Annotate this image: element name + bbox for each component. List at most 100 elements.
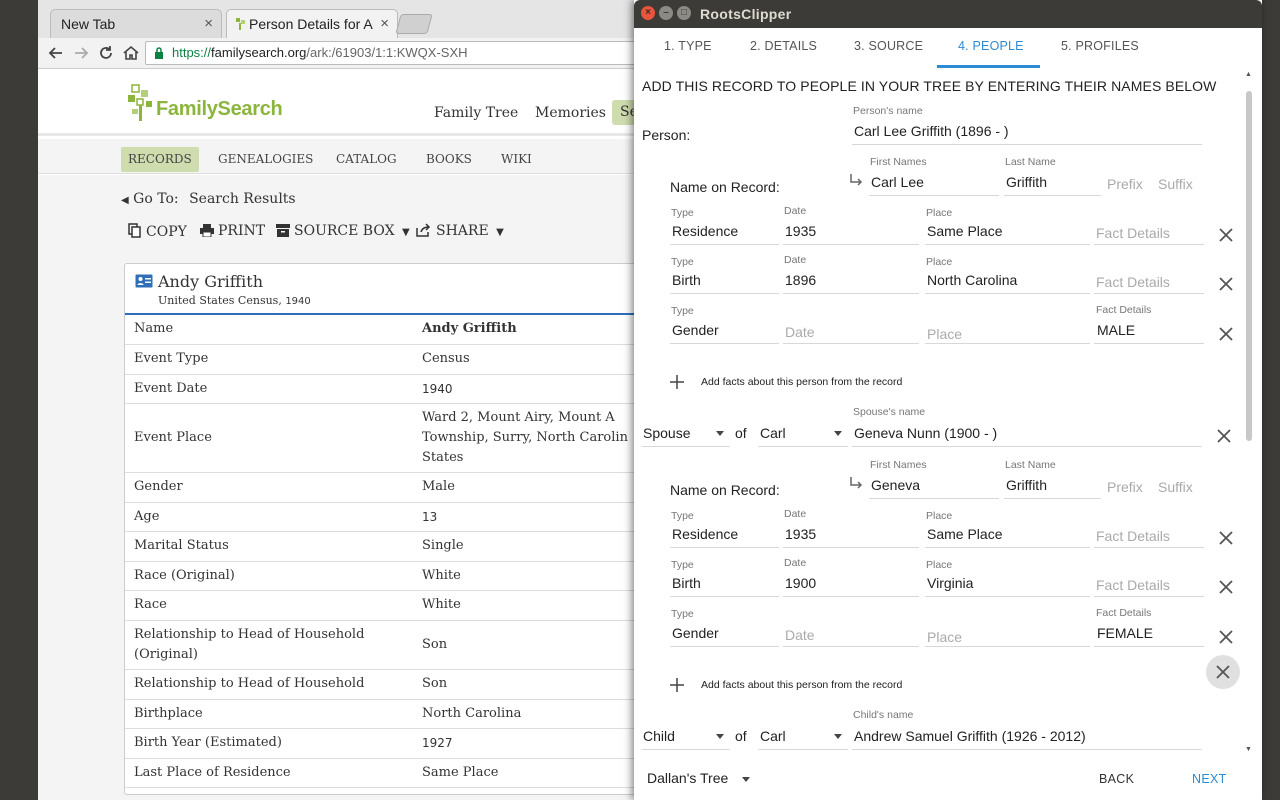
scroll-up-arrow-icon[interactable]: ▲	[1245, 71, 1252, 78]
source-box-button[interactable]: SOURCE BOX ▼	[276, 223, 410, 239]
window-close-icon[interactable]: ×	[641, 6, 655, 20]
remove-fact-close-icon[interactable]	[1218, 530, 1234, 546]
fact-date-input[interactable]: Date	[785, 627, 815, 643]
fact-place-input[interactable]: Same Place	[927, 526, 1002, 542]
tab-profiles[interactable]: 5. PROFILES	[1061, 39, 1139, 53]
home-icon[interactable]	[121, 43, 141, 63]
print-button[interactable]: PRINT	[200, 223, 265, 239]
spouse-name-input[interactable]: Geneva Nunn (1900 - )	[854, 425, 997, 441]
fact-place-input[interactable]: Place	[927, 629, 962, 645]
copy-button[interactable]: COPY	[128, 223, 187, 240]
sub-navigation: RECORDS GENEALOGIES CATALOG BOOKS WIKI	[38, 139, 660, 174]
fact-type-input[interactable]: Birth	[672, 575, 701, 591]
close-tab-icon[interactable]: ×	[204, 10, 213, 38]
fact-details-input[interactable]: MALE	[1097, 322, 1135, 338]
new-tab-button[interactable]	[395, 14, 433, 34]
fact-date-input[interactable]: 1900	[785, 575, 816, 591]
of-person-select[interactable]: Carl	[760, 728, 786, 744]
subnav-genealogies[interactable]: GENEALOGIES	[211, 147, 320, 172]
tab-people[interactable]: 4. PEOPLE	[958, 39, 1024, 53]
familysearch-tree-logo-icon[interactable]	[126, 83, 156, 123]
back-arrow-icon[interactable]	[46, 43, 66, 63]
tab-type[interactable]: 1. TYPE	[664, 39, 712, 53]
window-maximize-icon[interactable]: □	[677, 6, 691, 20]
fact-date-input[interactable]: 1935	[785, 526, 816, 542]
field-value: 1940	[422, 374, 643, 404]
tree-select[interactable]: Dallan's Tree	[647, 770, 728, 786]
person-name-input[interactable]: Carl Lee Griffith (1896 - )	[854, 123, 1009, 139]
remove-fact-close-icon[interactable]	[1218, 579, 1234, 595]
fact-type-input[interactable]: Residence	[672, 526, 738, 542]
browser-tab-new-tab[interactable]: New Tab ×	[50, 9, 222, 38]
browser-tab-person-details[interactable]: Person Details for A ×	[226, 9, 398, 38]
fact-place-input[interactable]: North Carolina	[927, 272, 1017, 288]
type-label: Type	[671, 207, 694, 219]
remove-fact-close-icon[interactable]	[1218, 227, 1234, 243]
subnav-catalog[interactable]: CATALOG	[329, 147, 404, 172]
tab-details[interactable]: 2. DETAILS	[750, 39, 817, 53]
fact-type-input[interactable]: Residence	[672, 223, 738, 239]
add-facts-link[interactable]: Add facts about this person from the rec…	[701, 376, 902, 388]
collection-name[interactable]: United States Census,	[158, 294, 282, 307]
fact-type-input[interactable]: Gender	[672, 625, 719, 641]
remove-fact-close-icon[interactable]	[1218, 629, 1234, 645]
panel-scrollbar[interactable]: ▲ ▼	[1244, 71, 1254, 758]
window-minimize-icon[interactable]: –	[659, 6, 673, 20]
fact-type-input[interactable]: Gender	[672, 322, 719, 338]
input-underline	[852, 144, 1202, 145]
suffix-input[interactable]: Suffix	[1158, 176, 1193, 192]
tab-source[interactable]: 3. SOURCE	[854, 39, 923, 53]
remove-fact-close-icon[interactable]	[1218, 276, 1234, 292]
close-tab-icon[interactable]: ×	[380, 10, 389, 38]
child-name-input[interactable]: Andrew Samuel Griffith (1926 - 2012)	[854, 728, 1086, 744]
print-label: PRINT	[218, 223, 266, 239]
next-button[interactable]: NEXT	[1192, 772, 1227, 786]
add-fact-plus-icon[interactable]	[669, 374, 685, 390]
scroll-down-arrow-icon[interactable]: ▼	[1245, 746, 1252, 753]
last-name-input[interactable]: Griffith	[1006, 477, 1047, 493]
add-facts-link[interactable]: Add facts about this person from the rec…	[701, 679, 902, 691]
of-person-select[interactable]: Carl	[760, 425, 786, 441]
subnav-records[interactable]: RECORDS	[121, 147, 199, 172]
fact-details-input[interactable]: Fact Details	[1096, 577, 1170, 593]
prefix-input[interactable]: Prefix	[1107, 176, 1143, 192]
field-label: Race	[125, 590, 422, 621]
reload-icon[interactable]	[96, 43, 116, 63]
address-bar[interactable]: https://familysearch.org/ark:/61903/1:1:…	[145, 41, 660, 65]
fact-date-input[interactable]: Date	[785, 324, 815, 340]
caret-down-icon	[716, 431, 724, 436]
prefix-input[interactable]: Prefix	[1107, 479, 1143, 495]
back-button[interactable]: BACK	[1099, 772, 1134, 786]
last-name-input[interactable]: Griffith	[1006, 174, 1047, 190]
share-button[interactable]: SHARE ▼	[416, 223, 504, 239]
suffix-input[interactable]: Suffix	[1158, 479, 1193, 495]
remove-relative-button[interactable]	[1206, 655, 1240, 689]
familysearch-logo-text[interactable]: FamilySearch	[156, 98, 283, 121]
forward-arrow-icon[interactable]	[71, 43, 91, 63]
nav-memories[interactable]: Memories	[535, 105, 606, 121]
first-names-input[interactable]: Carl Lee	[871, 174, 924, 190]
fact-place-input[interactable]: Same Place	[927, 223, 1002, 239]
subnav-wiki[interactable]: WIKI	[494, 147, 539, 172]
remove-fact-close-icon[interactable]	[1218, 326, 1234, 342]
fact-details-input[interactable]: Fact Details	[1096, 528, 1170, 544]
search-results-link[interactable]: Search Results	[189, 191, 296, 207]
fact-details-input[interactable]: Fact Details	[1096, 274, 1170, 290]
table-row: Race (Original) White	[125, 561, 643, 591]
fact-date-input[interactable]: 1896	[785, 272, 816, 288]
window-titlebar[interactable]: × – □ RootsClipper	[634, 0, 1262, 28]
remove-relative-close-icon[interactable]	[1216, 428, 1232, 444]
add-fact-plus-icon[interactable]	[669, 677, 685, 693]
fact-details-input[interactable]: Fact Details	[1096, 225, 1170, 241]
fact-date-input[interactable]: 1935	[785, 223, 816, 239]
fact-place-input[interactable]: Virginia	[927, 575, 973, 591]
fact-type-input[interactable]: Birth	[672, 272, 701, 288]
fact-place-input[interactable]: Place	[927, 326, 962, 342]
scrollbar-thumb[interactable]	[1246, 91, 1252, 441]
relation-select[interactable]: Child	[643, 728, 675, 744]
first-names-input[interactable]: Geneva	[871, 477, 920, 493]
subnav-books[interactable]: BOOKS	[419, 147, 479, 172]
fact-details-input[interactable]: FEMALE	[1097, 625, 1153, 641]
nav-family-tree[interactable]: Family Tree	[434, 105, 518, 121]
relation-select[interactable]: Spouse	[643, 425, 690, 441]
